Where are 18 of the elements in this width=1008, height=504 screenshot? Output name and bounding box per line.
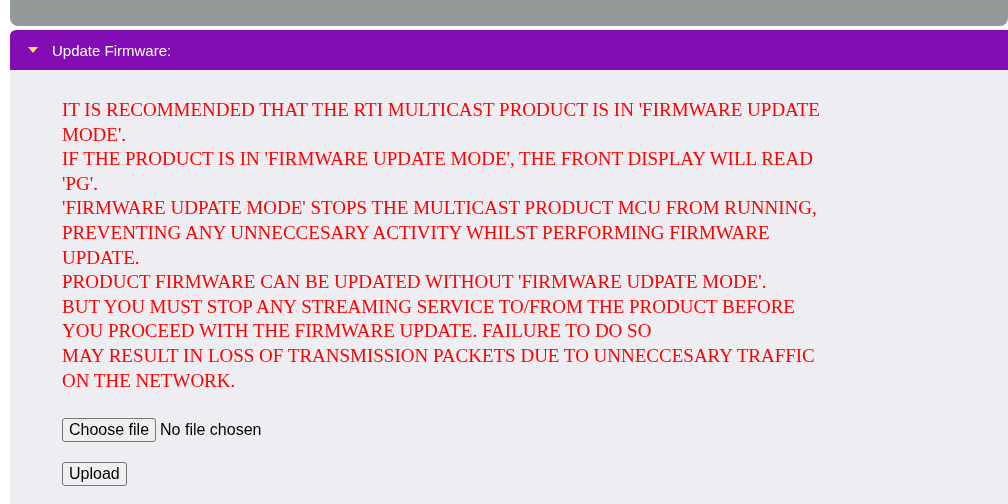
section-header[interactable]: Update Firmware: [10,30,1008,70]
file-status-text: No file chosen [160,421,262,440]
upload-button[interactable]: Upload [62,462,127,487]
warning-text: MAY RESULT IN LOSS OF TRANSMISSION PACKETS DUE TO UNNECCESARY TRAFFIC [62,343,816,368]
section-title: Update Firmware: [52,41,172,59]
warning-text: ON THE NETWORK. [62,368,237,393]
warning-text: BUT YOU MUST STOP ANY STREAMING SERVICE TO/FROM THE PRODUCT BEFORE [62,294,796,319]
warning-text: MODE'. [62,122,128,147]
warning-text: 'FIRMWARE UDPATE MODE' STOPS THE MULTICAST PRODUCT MCU FROM RUNNING, [62,196,818,221]
warning-text: PRODUCT FIRMWARE CAN BE UPDATED WITHOUT 'FIRMWARE UDPATE MODE'. [62,270,768,295]
warning-text: PREVENTING ANY UNNECCESARY ACTIVITY WHILST PERFORMING FIRMWARE [62,220,771,245]
warning-text: 'PG'. [62,171,99,196]
choose-file-button[interactable]: Choose file [62,418,157,443]
collapsed-section-header[interactable] [10,0,1008,26]
warning-text: YOU PROCEED WITH THE FIRMWARE UPDATE. FAILURE TO DO SO [62,319,653,344]
warning-text: UPDATE. [62,245,141,270]
warning-text: IF THE PRODUCT IS IN 'FIRMWARE UPDATE MODE', THE FRONT DISPLAY WILL READ [62,147,814,172]
warning-text: IT IS RECOMMENDED THAT THE RTI MULTICAST PRODUCT IS IN 'FIRMWARE UPDATE [62,98,821,122]
